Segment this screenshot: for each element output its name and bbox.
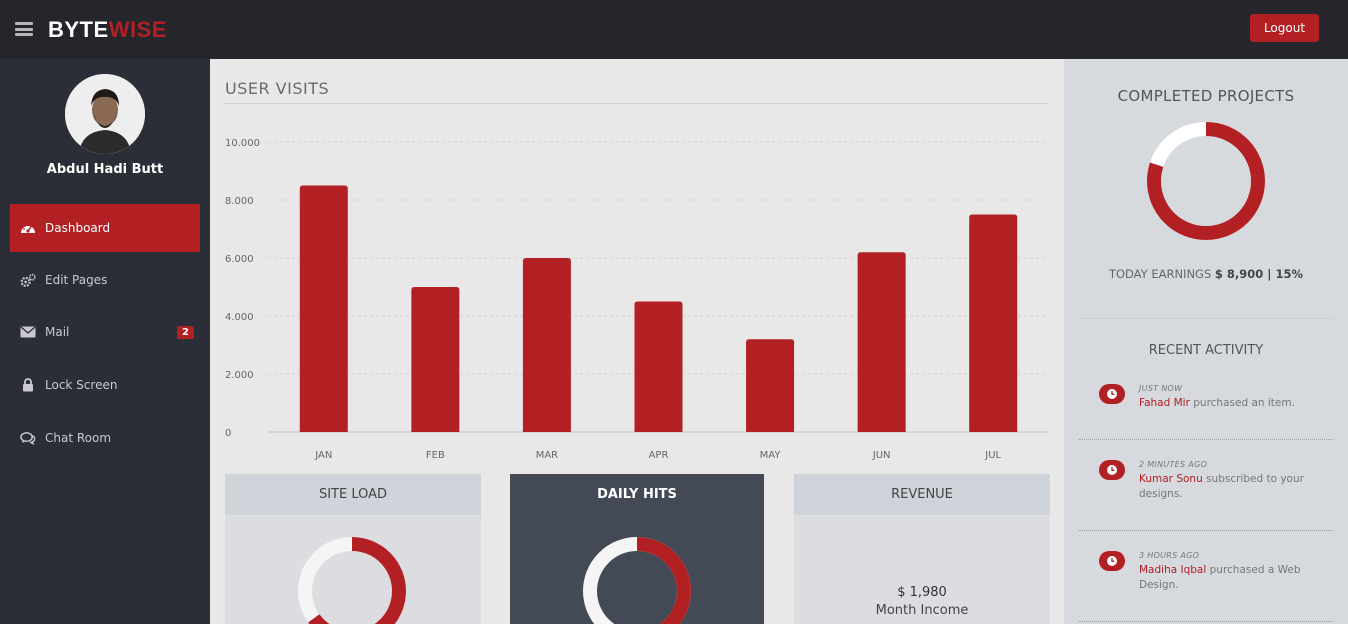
brand-part-2: WISE bbox=[108, 17, 167, 42]
today-earnings: TODAY EARNINGS $ 8,900 | 15% bbox=[1079, 267, 1333, 281]
sidebar-item-chat-room[interactable]: Chat Room bbox=[10, 414, 200, 462]
x-tick-label: JAN bbox=[314, 450, 332, 461]
activity-user-link[interactable]: Kumar Sonu bbox=[1139, 473, 1203, 485]
chat-icon bbox=[20, 430, 36, 446]
bar-feb bbox=[411, 287, 460, 432]
sidebar-item-edit-pages[interactable]: Edit Pages bbox=[10, 256, 200, 304]
logout-button[interactable]: Logout bbox=[1250, 14, 1319, 42]
activity-user-link[interactable]: Fahad Mir bbox=[1139, 397, 1190, 409]
bar-apr bbox=[634, 301, 683, 432]
dashboard-icon bbox=[20, 220, 36, 236]
menu-icon[interactable] bbox=[15, 22, 33, 36]
bar-jul bbox=[969, 214, 1018, 432]
completed-projects-donut bbox=[1147, 122, 1265, 240]
brand-part-1: BYTE bbox=[48, 17, 109, 42]
sidebar-item-dashboard[interactable]: Dashboard bbox=[10, 204, 200, 252]
sidebar-item-mail[interactable]: Mail 2 bbox=[10, 308, 200, 356]
y-tick-label: 8.000 bbox=[225, 196, 254, 207]
clock-icon bbox=[1099, 384, 1125, 404]
sidebar-item-label: Lock Screen bbox=[45, 378, 118, 392]
activity-text: Madiha Iqbal purchased a Web Design. bbox=[1139, 563, 1319, 593]
completed-projects-panel: COMPLETED PROJECTS TODAY EARNINGS $ 8,90… bbox=[1079, 69, 1333, 319]
y-tick-label: 4.000 bbox=[225, 312, 254, 323]
user-visits-chart: 0 2.000 4.000 6.000 8.000 10.000 JAN FEB MAR APR M… bbox=[225, 138, 1049, 461]
avatar bbox=[65, 74, 145, 154]
clock-icon bbox=[1099, 460, 1125, 480]
y-tick-label: 2.000 bbox=[225, 370, 254, 381]
activity-divider bbox=[1079, 530, 1333, 531]
sidebar-item-label: Dashboard bbox=[45, 221, 111, 235]
lock-icon bbox=[20, 377, 36, 393]
top-bar: BYTEWISE Logout bbox=[0, 0, 1348, 59]
activity-user-link[interactable]: Madiha Iqbal bbox=[1139, 564, 1206, 576]
activity-time: 3 HOURS AGO bbox=[1139, 551, 1200, 560]
gears-icon bbox=[20, 272, 36, 288]
revenue-value: $ 1,980 bbox=[897, 585, 947, 600]
activity-text: Fahad Mir purchased an item. bbox=[1139, 396, 1319, 411]
activity-divider bbox=[1079, 439, 1333, 440]
title-divider bbox=[225, 103, 1049, 104]
activity-description: purchased an item. bbox=[1189, 397, 1295, 409]
activity-time: 2 MINUTES AGO bbox=[1139, 460, 1208, 469]
right-panel: COMPLETED PROJECTS TODAY EARNINGS $ 8,90… bbox=[1064, 59, 1348, 624]
bar-mar bbox=[522, 258, 571, 432]
sidebar-item-label: Chat Room bbox=[45, 431, 112, 445]
revenue-label: Month Income bbox=[875, 603, 969, 618]
recent-activity-title: RECENT ACTIVITY bbox=[1148, 343, 1264, 358]
y-tick-label: 0 bbox=[225, 428, 231, 439]
site-load-title: SITE LOAD bbox=[225, 474, 481, 515]
sidebar-item-lock-screen[interactable]: Lock Screen bbox=[10, 361, 200, 409]
main-content: USER VISITS 0 2.000 4.000 6.000 8.000 10.000 J… bbox=[210, 59, 1064, 624]
sidebar-item-label: Edit Pages bbox=[45, 273, 108, 287]
daily-hits-donut bbox=[583, 537, 691, 624]
activity-time: JUST NOW bbox=[1139, 384, 1183, 393]
page-title: USER VISITS bbox=[225, 79, 330, 98]
bar-may bbox=[746, 339, 795, 432]
clock-icon bbox=[1099, 551, 1125, 571]
daily-hits-card: DAILY HITS bbox=[510, 474, 764, 624]
x-tick-label: MAR bbox=[536, 450, 558, 461]
revenue-card: REVENUE $ 1,980 Month Income bbox=[794, 474, 1050, 624]
bar-jun bbox=[857, 252, 906, 432]
y-tick-label: 6.000 bbox=[225, 254, 254, 265]
site-load-card: SITE LOAD bbox=[225, 474, 481, 624]
envelope-icon bbox=[20, 324, 36, 340]
mail-count-badge: 2 bbox=[177, 326, 194, 339]
brand-logo[interactable]: BYTEWISE bbox=[48, 17, 167, 43]
sidebar-item-label: Mail bbox=[45, 325, 70, 339]
profile-name: Abdul Hadi Butt bbox=[46, 162, 164, 177]
x-tick-label: JUL bbox=[984, 450, 1001, 461]
x-tick-label: MAY bbox=[760, 450, 782, 461]
y-tick-label: 10.000 bbox=[225, 138, 260, 149]
x-tick-label: FEB bbox=[426, 450, 445, 461]
earnings-label: TODAY EARNINGS bbox=[1108, 267, 1212, 281]
activity-divider bbox=[1079, 621, 1333, 622]
earnings-value: $ 8,900 | 15% bbox=[1214, 267, 1304, 281]
x-tick-label: APR bbox=[649, 450, 669, 461]
sidebar: Abdul Hadi Butt Dashboard Edit Pages Mai… bbox=[0, 59, 210, 624]
activity-text: Kumar Sonu subscribed to your designs. bbox=[1139, 472, 1319, 502]
site-load-donut bbox=[298, 537, 406, 624]
bar-jan bbox=[299, 185, 348, 432]
daily-hits-title: DAILY HITS bbox=[510, 474, 764, 515]
x-tick-label: JUN bbox=[872, 450, 891, 461]
completed-projects-title: COMPLETED PROJECTS bbox=[1117, 87, 1295, 105]
revenue-title: REVENUE bbox=[794, 474, 1050, 515]
